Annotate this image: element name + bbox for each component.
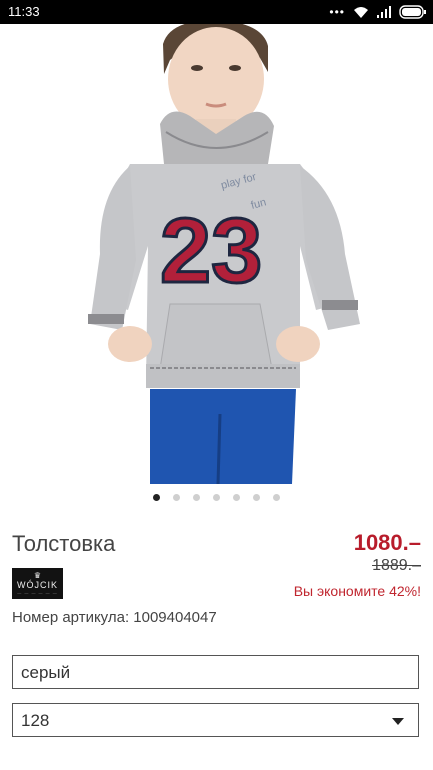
- pager-dot-4[interactable]: [213, 494, 220, 501]
- crown-icon: ♛: [33, 571, 42, 580]
- status-icons: •••: [329, 3, 427, 21]
- brand-logo[interactable]: ♛ WÓJCIK — — — — — —: [12, 568, 63, 599]
- pager-dot-1[interactable]: [153, 494, 160, 501]
- brand-logo-subline: — — — — — —: [17, 590, 58, 595]
- color-value: серый: [21, 663, 71, 682]
- size-select[interactable]: 128: [12, 703, 419, 737]
- pager-dot-6[interactable]: [253, 494, 260, 501]
- pager-dot-7[interactable]: [273, 494, 280, 501]
- more-dots-icon: •••: [329, 5, 345, 19]
- pager-dot-5[interactable]: [233, 494, 240, 501]
- color-field[interactable]: серый: [12, 655, 419, 689]
- chevron-down-icon[interactable]: [392, 718, 404, 725]
- product-image-gallery[interactable]: play for fun 23: [0, 24, 433, 484]
- battery-icon: [399, 5, 426, 19]
- product-photo[interactable]: play for fun 23: [0, 24, 433, 484]
- signal-icon: [377, 6, 391, 18]
- pager-dot-2[interactable]: [173, 494, 180, 501]
- sku-label: Номер артикула: 1009404047: [12, 609, 217, 626]
- size-value: 128: [21, 711, 50, 730]
- product-price: 1080.–: [353, 530, 421, 555]
- product-old-price: 1889.–: [372, 557, 421, 574]
- wifi-icon: [354, 7, 368, 18]
- savings-label: Вы экономите 42%!: [293, 583, 421, 599]
- status-bar: 11:33 •••: [0, 0, 433, 24]
- print-number: 23: [160, 200, 262, 302]
- gallery-pager[interactable]: [0, 494, 433, 502]
- brand-name: WÓJCIK: [17, 580, 58, 590]
- pager-dot-3[interactable]: [193, 494, 200, 501]
- status-time: 11:33: [8, 4, 40, 19]
- product-title: Толстовка: [12, 531, 116, 556]
